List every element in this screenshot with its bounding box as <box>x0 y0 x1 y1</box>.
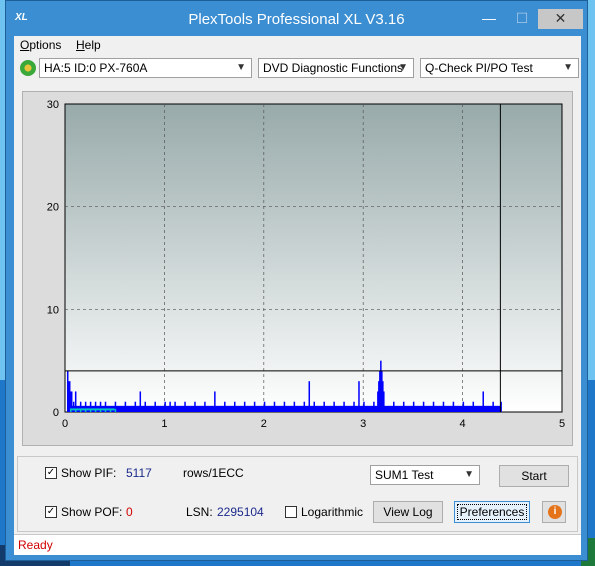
minimize-button[interactable]: — <box>476 9 502 29</box>
view-log-button[interactable]: View Log <box>373 501 443 523</box>
show-pif-checkbox[interactable]: ✓ <box>45 467 57 479</box>
rows-label: rows/1ECC <box>183 466 244 480</box>
x-tick-label: 2 <box>261 418 267 430</box>
x-tick-label: 3 <box>360 418 366 430</box>
show-pif-label: Show PIF: <box>61 466 117 480</box>
client-area: Options Help HA:5 ID:0 PX-760A ▼ DVD Dia… <box>14 36 581 555</box>
test-select[interactable]: Q-Check PI/PO Test ▼ <box>420 58 579 78</box>
test-select-value: Q-Check PI/PO Test <box>425 61 533 75</box>
x-tick-label: 1 <box>161 418 167 430</box>
info-button[interactable]: i <box>542 501 566 523</box>
maximize-button: ☐ <box>515 10 529 26</box>
device-select-value: HA:5 ID:0 PX-760A <box>44 61 148 75</box>
status-bar: Ready <box>14 534 581 555</box>
sum-test-select[interactable]: SUM1 Test ▼ <box>370 465 480 485</box>
chevron-down-icon: ▼ <box>236 62 246 73</box>
lsn-label: LSN: <box>186 505 213 519</box>
chart-baseline-band-secondary <box>69 408 115 411</box>
pif-value: 5117 <box>126 466 152 480</box>
x-tick-label: 0 <box>62 418 68 430</box>
app-window: XL PlexTools Professional XL V3.16 — ☐ ✕… <box>5 0 588 561</box>
menu-help[interactable]: Help <box>76 38 101 52</box>
pof-value: 0 <box>126 505 133 519</box>
menu-bar: Options Help <box>14 36 581 54</box>
show-pof-checkbox[interactable]: ✓ <box>45 506 57 518</box>
lsn-value: 2295104 <box>217 505 264 519</box>
chevron-down-icon: ▼ <box>464 469 474 480</box>
function-select-value: DVD Diagnostic Functions <box>263 61 404 75</box>
info-icon: i <box>548 505 562 519</box>
x-tick-label: 4 <box>460 418 466 430</box>
chevron-down-icon: ▼ <box>398 62 408 73</box>
chart-panel: 0 10 20 30 0 1 2 3 4 5 <box>22 91 573 446</box>
chevron-down-icon: ▼ <box>563 62 573 73</box>
start-button[interactable]: Start <box>499 465 569 487</box>
y-tick-label: 30 <box>47 99 59 111</box>
close-button[interactable]: ✕ <box>538 9 583 29</box>
logarithmic-checkbox[interactable] <box>285 506 297 518</box>
sum-test-value: SUM1 Test <box>375 468 434 482</box>
chart-baseline-band <box>66 405 501 412</box>
status-text: Ready <box>18 538 53 552</box>
title-bar[interactable]: XL PlexTools Professional XL V3.16 — ☐ ✕ <box>6 1 587 35</box>
chart-bar <box>114 408 117 412</box>
pi-po-chart: 0 10 20 30 0 1 2 3 4 5 <box>47 99 565 430</box>
y-tick-label: 20 <box>47 202 59 214</box>
device-select[interactable]: HA:5 ID:0 PX-760A ▼ <box>39 58 252 78</box>
logarithmic-label: Logarithmic <box>301 505 364 519</box>
preferences-label: Preferences <box>456 504 528 520</box>
show-pof-label: Show POF: <box>61 505 123 519</box>
y-tick-label: 10 <box>47 304 59 316</box>
controls-panel: ✓ Show PIF: 5117 rows/1ECC SUM1 Test ▼ S… <box>14 456 581 536</box>
toolbar: HA:5 ID:0 PX-760A ▼ DVD Diagnostic Funct… <box>14 56 581 82</box>
plot-area <box>64 103 563 413</box>
menu-options[interactable]: Options <box>20 38 61 52</box>
preferences-button[interactable]: Preferences <box>454 501 530 523</box>
drive-disc-icon <box>20 60 36 76</box>
y-tick-label: 0 <box>53 407 59 419</box>
function-select[interactable]: DVD Diagnostic Functions ▼ <box>258 58 414 78</box>
x-tick-label: 5 <box>559 418 565 430</box>
